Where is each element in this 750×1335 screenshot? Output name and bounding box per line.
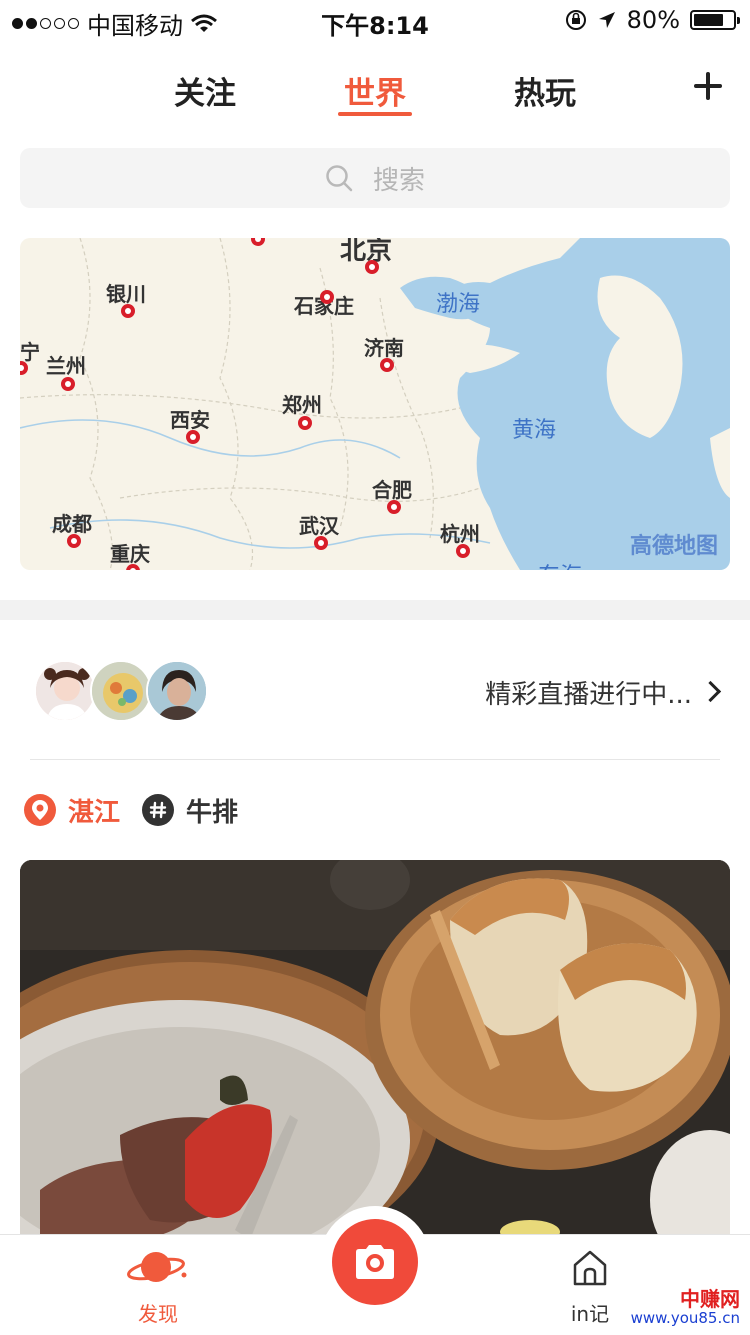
city-label: 银川 [106,282,146,306]
tab-hot[interactable]: 热玩 [514,68,576,113]
city-label: 济南 [364,336,404,360]
search-icon [326,165,353,192]
map-pin[interactable] [67,534,81,548]
planet-icon [127,1252,187,1282]
sea-label: 渤海 [436,292,481,317]
tab-discover[interactable]: 发现 [98,1247,218,1327]
watermark-url: www.you85.cn [630,1308,740,1327]
city-label: 合肥 [372,478,412,502]
city-label: 兰州 [46,354,86,378]
location-arrow-icon [598,12,615,28]
map-pin[interactable] [456,544,470,558]
battery-icon [690,10,740,30]
map-pin[interactable] [387,500,401,514]
section-separator [0,600,750,620]
live-status-text: 精彩直播进行中... [485,680,692,710]
city-label: 成都 [52,512,92,536]
avatar[interactable] [90,660,152,722]
map-view[interactable]: 北京 银川 石家庄 宁 兰州 济南 西安 郑州 合肥 成都 武汉 重庆 杭州 渤… [20,238,730,570]
city-label: 武汉 [299,514,339,538]
city-label: 重庆 [110,542,150,566]
status-bar: 中国移动 下午8:14 80% [0,0,750,40]
active-tab-indicator [338,112,412,116]
map-pin[interactable] [61,377,75,391]
battery-percent: 80% [626,6,680,34]
city-label: 西安 [170,408,210,432]
topic-tag[interactable]: 牛排 [186,792,238,829]
camera-icon [356,1245,394,1279]
chevron-right-icon [699,680,722,703]
tab-world[interactable]: 世界 [338,68,412,116]
map-pin[interactable] [121,304,135,318]
avatar[interactable] [146,660,208,722]
location-pin-icon[interactable] [24,794,56,826]
tab-follow[interactable]: 关注 [174,68,236,113]
map-pin[interactable] [320,290,334,304]
post-photo[interactable] [20,860,730,1240]
live-stream-banner[interactable]: 精彩直播进行中... [0,652,750,730]
city-label: 杭州 [440,522,480,546]
map-attribution: 高德地图 [629,534,718,559]
search-input[interactable]: 搜索 [20,148,730,208]
divider [30,759,720,760]
city-label: 郑州 [282,393,322,417]
location-tag[interactable]: 湛江 [68,792,120,829]
top-tab-bar: 关注 世界 热玩 [0,68,750,118]
tab-discover-label: 发现 [138,1302,178,1326]
home-icon [573,1250,607,1286]
map-pin[interactable] [380,358,394,372]
plus-icon[interactable] [694,72,722,100]
sea-label: 东海 [538,558,582,570]
camera-button[interactable] [319,1206,431,1318]
hashtag-icon[interactable] [142,794,175,826]
map-pin[interactable] [365,260,379,274]
post-tags: 湛江 牛排 [24,792,260,828]
watermark-title: 中赚网 [680,1286,740,1311]
search-placeholder: 搜索 [372,165,425,196]
map-pin[interactable] [314,536,328,550]
map-pin[interactable] [298,416,312,430]
site-watermark: 中赚网 www.you85.cn [631,1288,740,1327]
sea-label: 黄海 [512,418,557,443]
map-pin[interactable] [186,430,200,444]
avatar[interactable] [34,660,96,722]
rotation-lock-icon [565,10,586,30]
